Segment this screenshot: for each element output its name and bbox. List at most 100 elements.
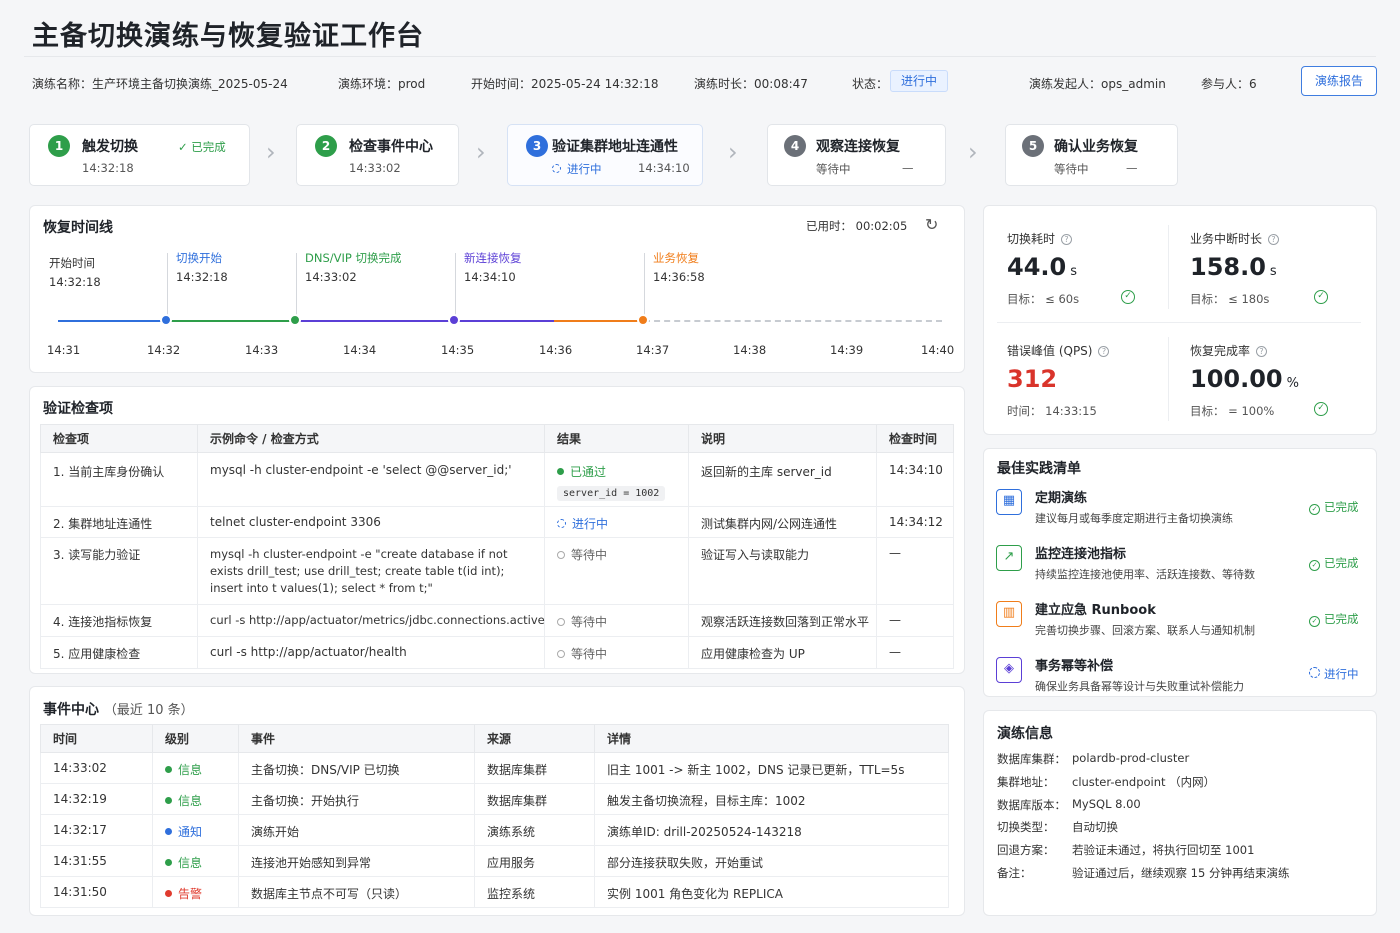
calendar-icon: ▦ — [996, 489, 1022, 515]
table-row[interactable]: 14:32:19 信息 主备切换：开始执行 数据库集群 触发主备切换流程，目标主… — [40, 783, 949, 815]
info-key: 备注： — [997, 866, 1032, 880]
interrupt-duration-value: 158.0 s — [1190, 253, 1277, 281]
event-level: 信息 — [152, 752, 239, 784]
check-result: 等待中 — [544, 537, 689, 605]
step-2[interactable]: 2 检查事件中心 14:33:02 — [296, 124, 459, 186]
timeline-start-label: 开始时间 — [49, 256, 95, 270]
check-command: mysql -h cluster-endpoint -e "create dat… — [197, 537, 545, 605]
step-1[interactable]: 1 触发切换 14:32:18 ✓ 已完成 — [29, 124, 250, 186]
table-row[interactable]: 4. 连接池指标恢复 curl -s http://app/actuator/m… — [40, 604, 954, 637]
event-marker-line — [167, 253, 168, 319]
column-header: 说明 — [688, 424, 877, 453]
practice-status: ✓ 已完成 — [1309, 499, 1359, 515]
check-time: 14:34:10 — [876, 452, 954, 507]
info-key: 数据库版本： — [997, 798, 1066, 812]
book-icon: ▥ — [996, 601, 1022, 627]
elapsed-time: 已用时： 00:02:05 — [806, 219, 908, 233]
help-icon[interactable]: ? — [1061, 234, 1073, 245]
participants-meta: 参与人：6 — [1201, 77, 1257, 91]
column-header: 示例命令 / 检查方式 — [197, 424, 545, 453]
best-practices-title: 最佳实践清单 — [997, 461, 1081, 477]
check-time: — — [876, 537, 954, 605]
chevron-right-icon: › — [476, 138, 486, 166]
step-status: ✓ 已完成 — [178, 140, 226, 154]
check-icon: ✓ — [178, 140, 192, 154]
event-marker-line — [644, 253, 645, 319]
timeline-segment — [168, 320, 296, 322]
step-time: 14:34:10 — [638, 161, 690, 175]
axis-tick: 14:37 — [636, 343, 670, 357]
check-item: 3. 读写能力验证 — [40, 537, 198, 605]
event-name: 数据库主节点不可写（只读） — [238, 876, 475, 908]
event-time: 14:34:10 — [464, 270, 516, 284]
practice-title: 监控连接池指标 — [1035, 547, 1127, 562]
timeline-segment — [58, 320, 168, 322]
step-number: 2 — [315, 135, 337, 157]
chevron-right-icon: › — [728, 138, 738, 166]
step-5[interactable]: 5 确认业务恢复 等待中 — — [1005, 124, 1178, 186]
info-value: 若验证未通过，将执行回切至 1001 — [1072, 843, 1255, 857]
check-item: 5. 应用健康检查 — [40, 636, 198, 669]
refresh-icon[interactable]: ↻ — [925, 215, 938, 234]
event-name: 演练开始 — [238, 814, 475, 846]
check-command: mysql -h cluster-endpoint -e 'select @@s… — [197, 452, 545, 507]
step-4[interactable]: 4 观察连接恢复 等待中 — — [767, 124, 946, 186]
step-name: 观察连接恢复 — [816, 139, 900, 155]
metrics-divider — [1168, 337, 1169, 421]
timeline-dot — [160, 314, 172, 326]
metric-target: 目标： ≤ 180s — [1190, 292, 1270, 306]
table-row[interactable]: 14:33:02 信息 主备切换：DNS/VIP 已切换 数据库集群 旧主 10… — [40, 752, 949, 784]
info-key: 数据库集群： — [997, 752, 1066, 766]
table-row[interactable]: 1. 当前主库身份确认 mysql -h cluster-endpoint -e… — [40, 452, 954, 507]
page-title: 主备切换演练与恢复验证工作台 — [32, 21, 424, 52]
event-label: 新连接恢复 — [464, 251, 522, 265]
table-row[interactable]: 5. 应用健康检查 curl -s http://app/actuator/he… — [40, 636, 954, 669]
help-icon[interactable]: ? — [1256, 346, 1268, 357]
axis-tick: 14:36 — [539, 343, 573, 357]
table-row[interactable]: 14:31:50 告警 数据库主节点不可写（只读） 监控系统 实例 1001 角… — [40, 876, 949, 908]
event-marker-line — [455, 253, 456, 319]
event-marker-line — [296, 253, 297, 319]
help-icon[interactable]: ? — [1268, 234, 1280, 245]
axis-tick: 14:33 — [245, 343, 279, 357]
check-result: 等待中 — [544, 636, 689, 669]
event-label: DNS/VIP 切换完成 — [305, 251, 402, 265]
loading-icon — [557, 519, 566, 528]
step-status: 等待中 — [1054, 162, 1089, 176]
event-source: 演练系统 — [474, 814, 595, 846]
drill-name-meta: 演练名称：生产环境主备切换演练_2025-05-24 — [32, 77, 288, 91]
table-row[interactable]: 3. 读写能力验证 mysql -h cluster-endpoint -e "… — [40, 537, 954, 605]
help-icon[interactable]: ? — [1098, 346, 1110, 357]
practice-desc: 持续监控连接池使用率、活跃连接数、等待数 — [1035, 568, 1255, 581]
practice-status: 进行中 — [1309, 666, 1359, 682]
step-3[interactable]: 3 验证集群地址连通性 进行中 14:34:10 — [507, 124, 703, 186]
status-dot — [165, 859, 172, 866]
drill-report-button[interactable]: 演练报告 — [1301, 66, 1377, 96]
drill-info-title: 演练信息 — [997, 726, 1053, 742]
table-row[interactable]: 14:31:55 信息 连接池开始感知到异常 应用服务 部分连接获取失败，开始重… — [40, 845, 949, 877]
step-time: — — [902, 161, 914, 175]
step-number: 5 — [1022, 135, 1044, 157]
checks-table: 检查项 示例命令 / 检查方式 结果 说明 检查时间 1. 当前主库身份确认 m… — [40, 424, 954, 669]
step-time: 14:33:02 — [349, 161, 401, 175]
check-desc: 返回新的主库 server_id — [688, 452, 877, 507]
column-header: 检查项 — [40, 424, 198, 453]
step-status: 等待中 — [816, 162, 851, 176]
event-detail: 部分连接获取失败，开始重试 — [594, 845, 949, 877]
info-value: 验证通过后，继续观察 15 分钟再结束演练 — [1072, 866, 1290, 880]
table-row[interactable]: 14:32:17 通知 演练开始 演练系统 演练单ID: drill-20250… — [40, 814, 949, 846]
timeline-dot — [448, 314, 460, 326]
step-number: 3 — [526, 135, 548, 157]
timeline-dot — [637, 314, 649, 326]
timeline-title: 恢复时间线 — [43, 220, 113, 236]
start-meta: 开始时间：2025-05-24 14:32:18 — [471, 77, 659, 91]
metric-label: 业务中断时长? — [1190, 230, 1280, 247]
table-row[interactable]: 2. 集群地址连通性 telnet cluster-endpoint 3306 … — [40, 506, 954, 538]
event-time: 14:32:19 — [40, 783, 153, 815]
check-desc: 测试集群内网/公网连通性 — [688, 506, 877, 538]
event-level: 通知 — [152, 814, 239, 846]
check-circle-icon: ✓ — [1309, 504, 1320, 515]
step-name: 验证集群地址连通性 — [552, 139, 678, 155]
axis-tick: 14:35 — [441, 343, 475, 357]
events-table: 时间 级别 事件 来源 详情 14:33:02 信息 主备切换：DNS/VIP … — [40, 724, 949, 908]
